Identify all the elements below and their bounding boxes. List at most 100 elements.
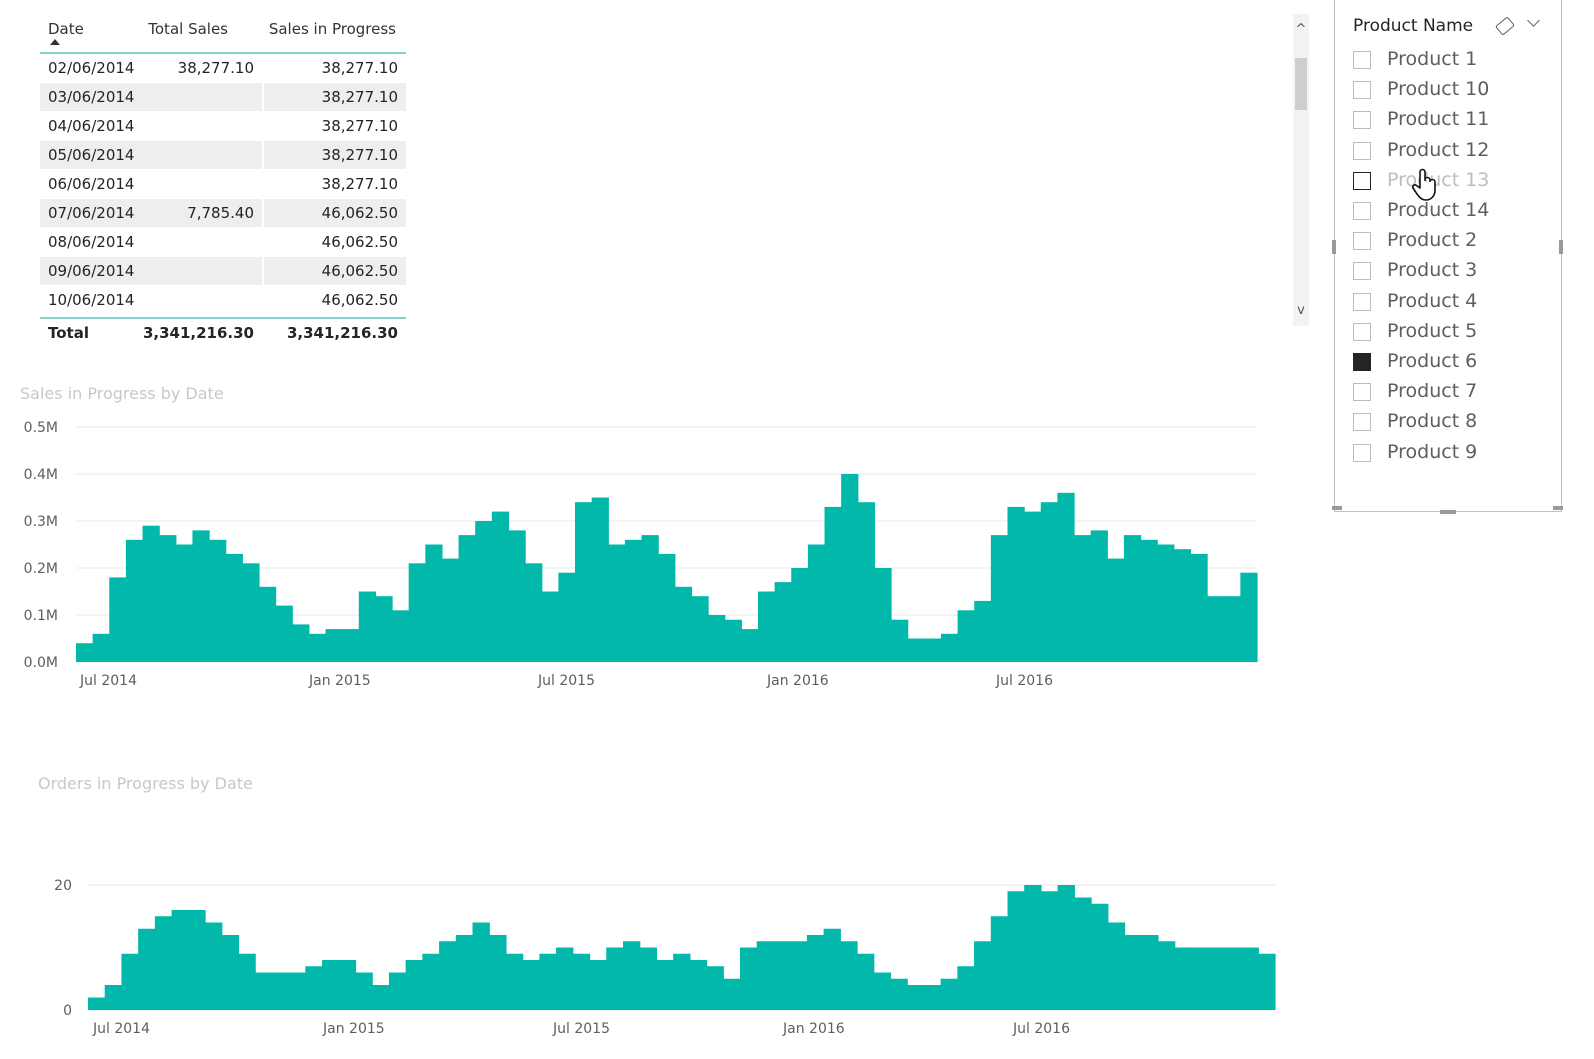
checkbox[interactable] — [1353, 262, 1371, 281]
chart-bar[interactable] — [907, 638, 925, 663]
chart-bar[interactable] — [1140, 539, 1158, 662]
chart-bar[interactable] — [255, 972, 273, 1011]
chart-bar[interactable] — [225, 553, 243, 662]
chart-bar[interactable] — [258, 586, 277, 662]
chart-bar[interactable] — [940, 978, 958, 1010]
column-header-sales-in-progress[interactable]: Sales in Progress — [269, 20, 396, 38]
chart-bar[interactable] — [1173, 549, 1192, 662]
chart-bar[interactable] — [372, 985, 390, 1010]
chart-bar[interactable] — [890, 978, 908, 1010]
resize-handle-corner-left[interactable] — [1332, 506, 1342, 510]
eraser-icon[interactable] — [1495, 16, 1515, 36]
chart-bar[interactable] — [322, 960, 340, 1010]
chart-bar[interactable] — [425, 544, 443, 663]
chart-bar[interactable] — [1007, 506, 1025, 662]
chart-bar[interactable] — [1074, 535, 1092, 662]
chart-bar[interactable] — [88, 997, 106, 1011]
chart-bar[interactable] — [572, 953, 591, 1010]
chart-bar[interactable] — [475, 521, 493, 662]
chart-bar[interactable] — [138, 928, 156, 1010]
chart-bar[interactable] — [824, 506, 842, 662]
chart-bar[interactable] — [422, 953, 440, 1010]
chart-bar[interactable] — [823, 928, 841, 1010]
chart-bar[interactable] — [873, 972, 892, 1011]
chart-bar[interactable] — [392, 610, 410, 662]
chart-bar[interactable] — [292, 624, 310, 662]
chart-bar[interactable] — [308, 633, 327, 662]
chart-bar[interactable] — [589, 960, 607, 1010]
chart-bar[interactable] — [159, 535, 177, 662]
chart-bar[interactable] — [338, 960, 357, 1010]
column-header-total-sales[interactable]: Total Sales — [148, 20, 228, 38]
resize-handle-left[interactable] — [1332, 240, 1336, 254]
orders-in-progress-chart[interactable]: 0 20 Jul 2014 Jan 2015 Jul 2015 Jan 2016 Jul 2… — [0, 860, 1290, 1050]
chart-bar[interactable] — [1090, 530, 1108, 662]
scroll-thumb[interactable] — [1295, 58, 1307, 110]
chart-bar[interactable] — [92, 633, 110, 662]
chart-bar[interactable] — [508, 530, 526, 662]
chart-bar[interactable] — [741, 629, 759, 662]
chart-bar[interactable] — [957, 610, 975, 662]
chart-bar[interactable] — [974, 600, 992, 662]
chart-bar[interactable] — [1223, 596, 1241, 662]
checkbox[interactable] — [1353, 141, 1371, 160]
chart-bar[interactable] — [489, 935, 507, 1010]
chart-bar[interactable] — [408, 563, 426, 662]
chart-bar[interactable] — [192, 530, 210, 662]
chart-bar[interactable] — [1141, 935, 1159, 1010]
chart-bar[interactable] — [76, 643, 94, 662]
scroll-down-icon[interactable]: v — [1293, 303, 1309, 318]
chart-bar[interactable] — [1174, 947, 1193, 1011]
chart-bar[interactable] — [305, 966, 323, 1010]
chart-bar[interactable] — [907, 985, 925, 1010]
chart-bar[interactable] — [806, 935, 825, 1010]
chart-bar[interactable] — [740, 947, 758, 1011]
chart-bar[interactable] — [104, 985, 123, 1010]
column-header-date[interactable]: Date — [48, 20, 84, 38]
chart-bar[interactable] — [525, 563, 543, 662]
chart-bar[interactable] — [924, 638, 942, 663]
chart-bar[interactable] — [558, 572, 576, 662]
checkbox[interactable] — [1353, 353, 1371, 371]
chart-bar[interactable] — [1107, 922, 1126, 1011]
checkbox[interactable] — [1353, 81, 1371, 100]
chart-bar[interactable] — [706, 966, 724, 1010]
chevron-down-icon[interactable] — [1527, 14, 1540, 27]
chart-bar[interactable] — [1074, 897, 1092, 1011]
chart-bar[interactable] — [1040, 502, 1058, 662]
chart-bar[interactable] — [974, 941, 992, 1010]
chart-bar[interactable] — [491, 511, 510, 662]
chart-bar[interactable] — [624, 539, 643, 662]
resize-handle-right[interactable] — [1559, 240, 1563, 254]
sales-in-progress-chart[interactable]: 0.0M 0.1M 0.2M 0.3M 0.4M 0.5M Jul 2014 Jan 2015… — [0, 410, 1280, 700]
chart-bar[interactable] — [790, 941, 808, 1010]
chart-bar[interactable] — [1124, 935, 1142, 1010]
chart-bar[interactable] — [209, 539, 227, 662]
chart-bar[interactable] — [1207, 596, 1225, 662]
checkbox[interactable] — [1353, 292, 1371, 311]
checkbox[interactable] — [1353, 202, 1371, 220]
chart-bar[interactable] — [639, 947, 658, 1011]
chart-bar[interactable] — [472, 922, 490, 1011]
chart-bar[interactable] — [857, 953, 875, 1010]
chart-bar[interactable] — [121, 953, 139, 1010]
chart-bar[interactable] — [990, 916, 1009, 1010]
chart-bar[interactable] — [358, 591, 376, 663]
chart-bar[interactable] — [1157, 941, 1176, 1010]
chart-bar[interactable] — [591, 497, 609, 663]
chart-bar[interactable] — [1057, 492, 1075, 662]
resize-handle-corner-right[interactable] — [1553, 506, 1563, 510]
chart-bar[interactable] — [673, 953, 691, 1010]
chart-bar[interactable] — [957, 966, 975, 1010]
chart-bar[interactable] — [1057, 885, 1075, 1010]
chart-bar[interactable] — [1107, 558, 1125, 662]
chart-bar[interactable] — [807, 544, 826, 663]
chart-bar[interactable] — [641, 535, 659, 662]
chart-bar[interactable] — [125, 539, 144, 662]
chart-bar[interactable] — [774, 582, 792, 662]
chart-bar[interactable] — [556, 947, 574, 1011]
chart-bar[interactable] — [1157, 544, 1175, 663]
chart-bar[interactable] — [773, 941, 791, 1010]
chart-bar[interactable] — [940, 633, 959, 662]
chart-bar[interactable] — [724, 619, 742, 662]
